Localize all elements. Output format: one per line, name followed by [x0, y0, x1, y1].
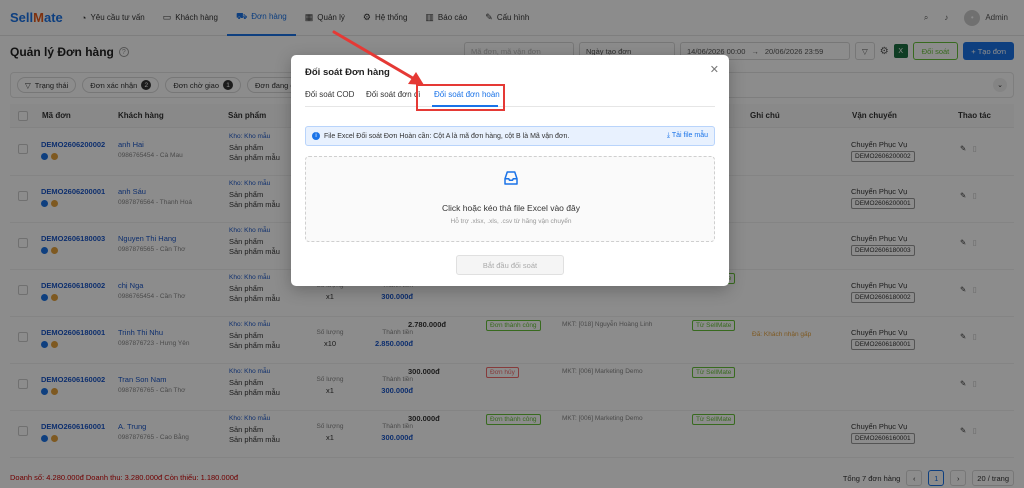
annotation-arrow [332, 30, 424, 85]
